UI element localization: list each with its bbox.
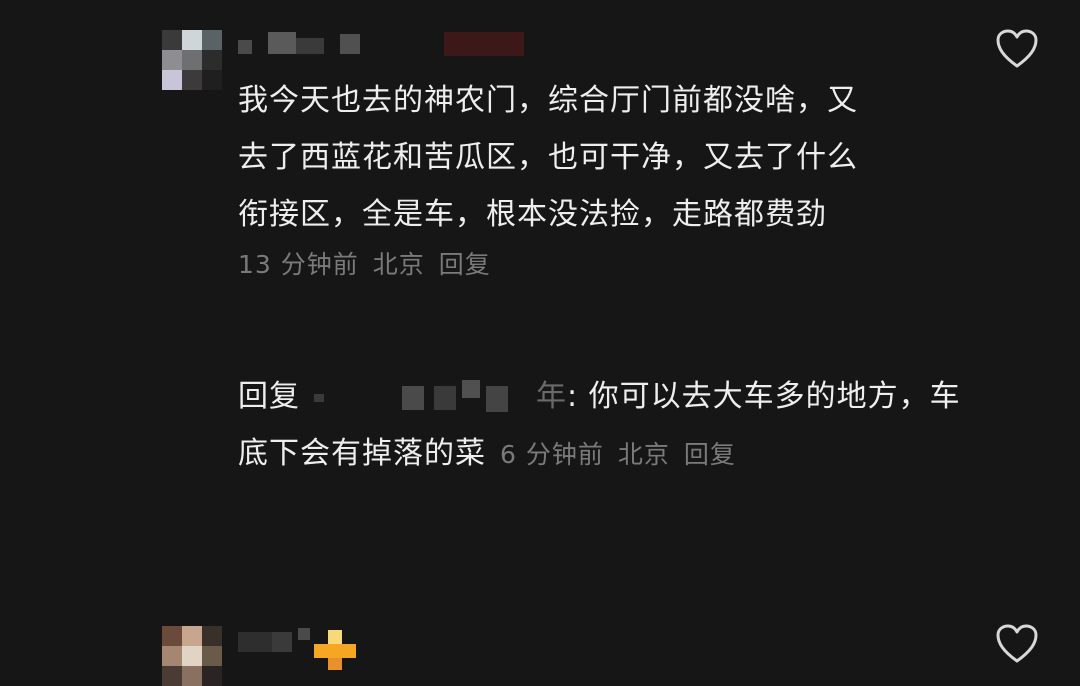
reply-text-content: : 你可以去大车多的地方，车 bbox=[567, 379, 961, 414]
comment-location: 北京 bbox=[372, 250, 425, 279]
comment-item: 我今天也去的神农门，综合厅门前都没啥，又 去了西蓝花和苦瓜区，也可干净，又去了什… bbox=[0, 0, 1080, 300]
comment-text-line: 去了西蓝花和苦瓜区，也可干净，又去了什么 bbox=[238, 140, 858, 175]
comment-meta: 13 分钟前 北京 回复 bbox=[238, 245, 505, 281]
reply-button[interactable]: 回复 bbox=[684, 440, 736, 469]
reply-prefix: 回复 bbox=[238, 379, 300, 414]
comment-time: 6 分钟前 bbox=[500, 440, 604, 469]
heart-outline-icon[interactable] bbox=[995, 28, 1039, 70]
reply-target-blurred[interactable] bbox=[300, 379, 536, 416]
username-blurred[interactable] bbox=[238, 32, 528, 56]
reply-text-line: 回复 年: 你可以去大车多的地方，车 bbox=[238, 368, 960, 425]
reply-button[interactable]: 回复 bbox=[439, 250, 491, 279]
reply-text: 回复 年: 你可以去大车多的地方，车 底下会有掉落的菜 6 分钟前 北京 回复 bbox=[238, 368, 960, 483]
comment-text-line: 我今天也去的神农门，综合厅门前都没啥，又 bbox=[238, 83, 858, 118]
reply-text-line: 底下会有掉落的菜 6 分钟前 北京 回复 bbox=[238, 425, 938, 483]
comment-location: 北京 bbox=[617, 440, 670, 469]
heart-outline-icon[interactable] bbox=[995, 623, 1039, 665]
comment-meta: 6 分钟前 北京 回复 bbox=[500, 440, 750, 469]
avatar[interactable] bbox=[162, 30, 222, 90]
avatar[interactable] bbox=[162, 626, 222, 686]
user-badge-icon bbox=[310, 630, 360, 670]
reply-text-content: 底下会有掉落的菜 bbox=[238, 436, 486, 471]
reply-target-name-tail[interactable]: 年 bbox=[536, 379, 567, 414]
comment-time: 13 分钟前 bbox=[238, 250, 359, 279]
comment-text-line: 衔接区，全是车，根本没法捡，走路都费劲 bbox=[238, 197, 827, 232]
comment-item: 回复 年: 你可以去大车多的地方，车 底下会有掉落的菜 6 分钟前 北京 回复 bbox=[0, 300, 1080, 686]
comment-text: 我今天也去的神农门，综合厅门前都没啥，又 去了西蓝花和苦瓜区，也可干净，又去了什… bbox=[238, 72, 938, 243]
